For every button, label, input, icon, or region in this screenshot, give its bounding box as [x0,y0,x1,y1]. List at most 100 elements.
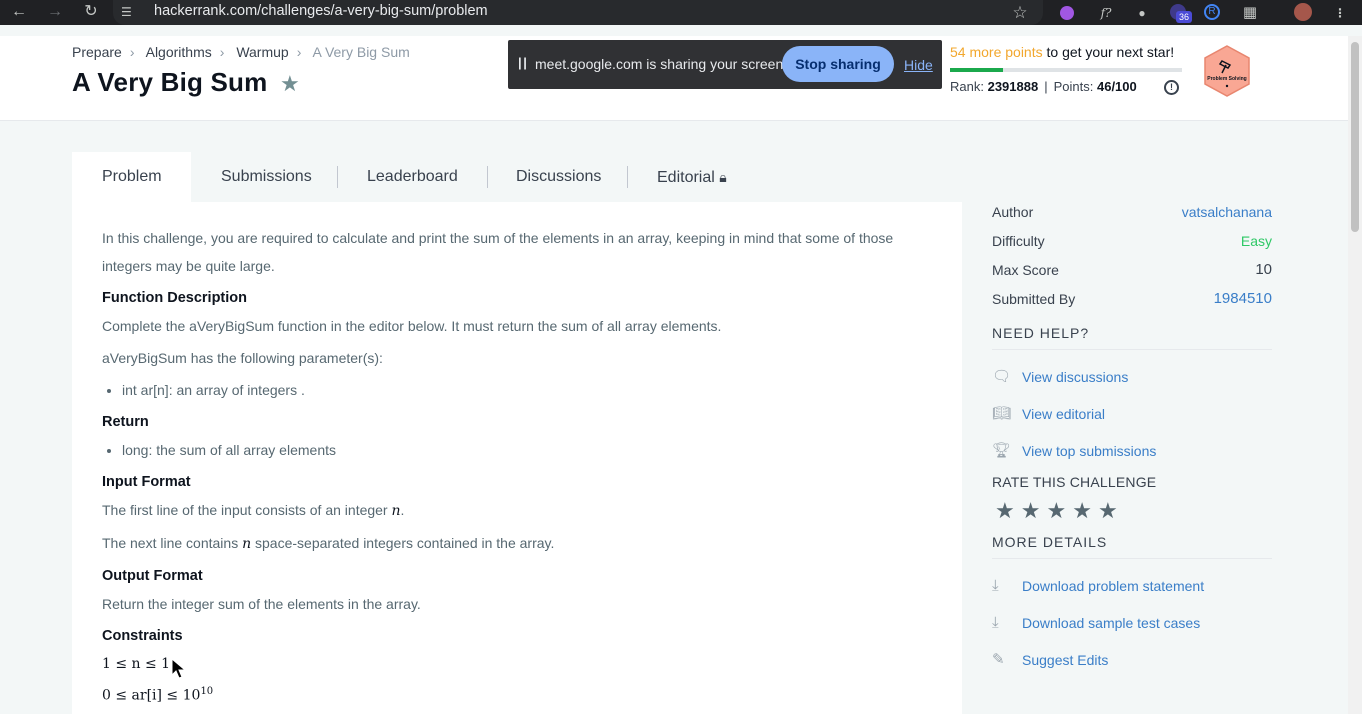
back-icon[interactable]: ← [7,0,31,25]
function-description: Complete the aVeryBigSum function in the… [102,318,722,334]
submitted-value[interactable]: 1984510 [1214,287,1272,311]
help-link-label: View top submissions [1022,443,1157,459]
var-n: n [242,536,252,552]
suggest-edits-link[interactable]: ✎ Suggest Edits [992,650,1272,687]
breadcrumb: Prepare › Algorithms › Warmup › A Very Big … [72,44,416,60]
var-n: n [391,503,401,519]
star-icon[interactable]: ★ [1098,498,1118,524]
share-message: meet.google.com is sharing your screen. [535,56,788,72]
tab-leaderboard[interactable]: Leaderboard [367,152,458,202]
tab-label: Submissions [221,168,312,185]
download-test-cases-link[interactable]: ⤓ Download sample test cases [992,613,1272,650]
tab-editorial[interactable]: Editorial 🔒︎ [657,152,727,202]
star-icon[interactable]: ★ [1046,498,1066,524]
star-progress-bar [950,68,1182,72]
function-heading: Function Description [102,290,247,306]
input-line-2-text: The next line contains [102,535,243,551]
input-line-1-end: . [400,502,405,518]
function-extension-icon[interactable]: f? [1096,3,1116,23]
breadcrumb-algorithms[interactable]: Algorithms [146,44,212,60]
tab-problem[interactable]: Problem [72,152,191,202]
info-icon[interactable]: ! [1164,80,1179,95]
chevron-right-icon: › [219,44,225,60]
divider [992,558,1272,559]
max-score-label: Max Score [992,262,1059,278]
scrollbar-thumb[interactable] [1351,42,1359,232]
more-points: 54 more points [950,44,1043,60]
input-line-2-end: space-separated integers contained in th… [251,535,555,551]
difficulty-row: Difficulty Easy [992,229,1272,258]
submitted-row: Submitted By 1984510 [992,287,1272,316]
breadcrumb-prepare[interactable]: Prepare [72,44,122,60]
help-link-discussions[interactable]: 🗨︎ View discussions [992,367,1272,404]
need-help-title: NEED HELP? [992,325,1090,341]
breadcrumb-current: A Very Big Sum [312,44,410,60]
trophy-icon: 🏆︎ [992,442,1012,459]
site-settings-icon[interactable]: ☰ [121,5,137,19]
next-star-suffix: to get your next star! [1042,44,1175,60]
constraint-1: 1 ≤ n ≤ 1 [102,656,171,672]
star-icon[interactable]: ★ [1021,498,1041,524]
extension-icon[interactable]: R [1204,4,1220,20]
download-icon: ⤓ [992,614,999,631]
bookmark-star-icon[interactable]: ☆ [1010,3,1030,23]
input-line-2: The next line contains n space-separated… [102,529,902,558]
star-icon[interactable]: ★ [1072,498,1092,524]
input-format-heading: Input Format [102,474,191,490]
extensions-puzzle-icon[interactable]: ▦ [1240,3,1260,23]
reload-icon[interactable]: ↻ [79,0,103,25]
return-list: long: the sum of all array elements [122,436,902,464]
tab-submissions[interactable]: Submissions [221,152,312,202]
hide-banner-link[interactable]: Hide [904,57,933,73]
tab-divider [487,166,488,188]
browser-toolbar: ← → ↻ ☰ hackerrank.com/challenges/a-very… [0,0,1362,25]
output-format-heading: Output Format [102,568,203,584]
lock-icon: 🔒︎ [719,169,727,185]
bookmark-star-icon[interactable]: ★ [280,71,300,97]
list-item: int ar[n]: an array of integers . [122,376,902,404]
points-value: 46/100 [1096,79,1137,94]
detail-link-label: Download problem statement [1022,578,1205,594]
difficulty-label: Difficulty [992,233,1045,249]
stop-sharing-button[interactable]: Stop sharing [782,46,894,82]
help-link-editorial[interactable]: 📖︎ View editorial [992,404,1272,441]
divider [992,349,1272,350]
tab-discussions[interactable]: Discussions [516,152,601,202]
author-row: Author vatsalchanana [992,200,1272,229]
tab-divider [337,166,338,188]
params-list: int ar[n]: an array of integers . [122,376,902,404]
browser-menu-icon[interactable]: ⋮ [1330,3,1350,23]
star-icon[interactable]: ★ [995,498,1015,524]
url-text[interactable]: hackerrank.com/challenges/a-very-big-sum… [154,3,488,19]
help-link-label: View discussions [1022,369,1129,385]
help-link-top-submissions[interactable]: 🏆︎ View top submissions [992,441,1272,478]
breadcrumb-warmup[interactable]: Warmup [236,44,288,60]
extension-icon[interactable]: ● [1132,3,1152,23]
detail-link-label: Suggest Edits [1022,652,1109,668]
constraint-2-exponent: 10 [200,686,214,697]
help-link-label: View editorial [1022,406,1106,422]
problem-solving-badge[interactable]: Problem Solving [1200,44,1254,98]
download-statement-link[interactable]: ⤓ Download problem statement [992,576,1272,613]
tab-label: Discussions [516,168,602,185]
extension-badge: 36 [1176,11,1192,23]
rank-value: 2391888 [987,79,1039,94]
problem-content: In this challenge, you are required to c… [102,224,902,710]
problem-intro: In this challenge, you are required to c… [102,230,894,274]
more-details-title: MORE DETAILS [992,534,1108,550]
extension-icon[interactable] [1060,6,1074,20]
profile-avatar[interactable] [1294,3,1312,21]
points-summary: 54 more points to get your next star! Ra… [950,44,1190,95]
mouse-cursor-icon [171,658,187,679]
tab-label: Editorial [657,169,715,186]
challenge-sidebar: Author vatsalchanana Difficulty Easy Max… [992,200,1272,687]
page-scrollbar[interactable] [1348,36,1362,714]
return-heading: Return [102,414,149,430]
output-description: Return the integer sum of the elements i… [102,596,421,612]
points-label: Points: [1053,79,1094,94]
forward-icon[interactable]: → [43,0,67,25]
constraint-2: 0 ≤ ar[i] ≤ 1010 [102,678,902,710]
constraints-heading: Constraints [102,628,183,644]
book-icon: 📖︎ [992,405,1012,422]
author-link[interactable]: vatsalchanana [1182,200,1272,224]
